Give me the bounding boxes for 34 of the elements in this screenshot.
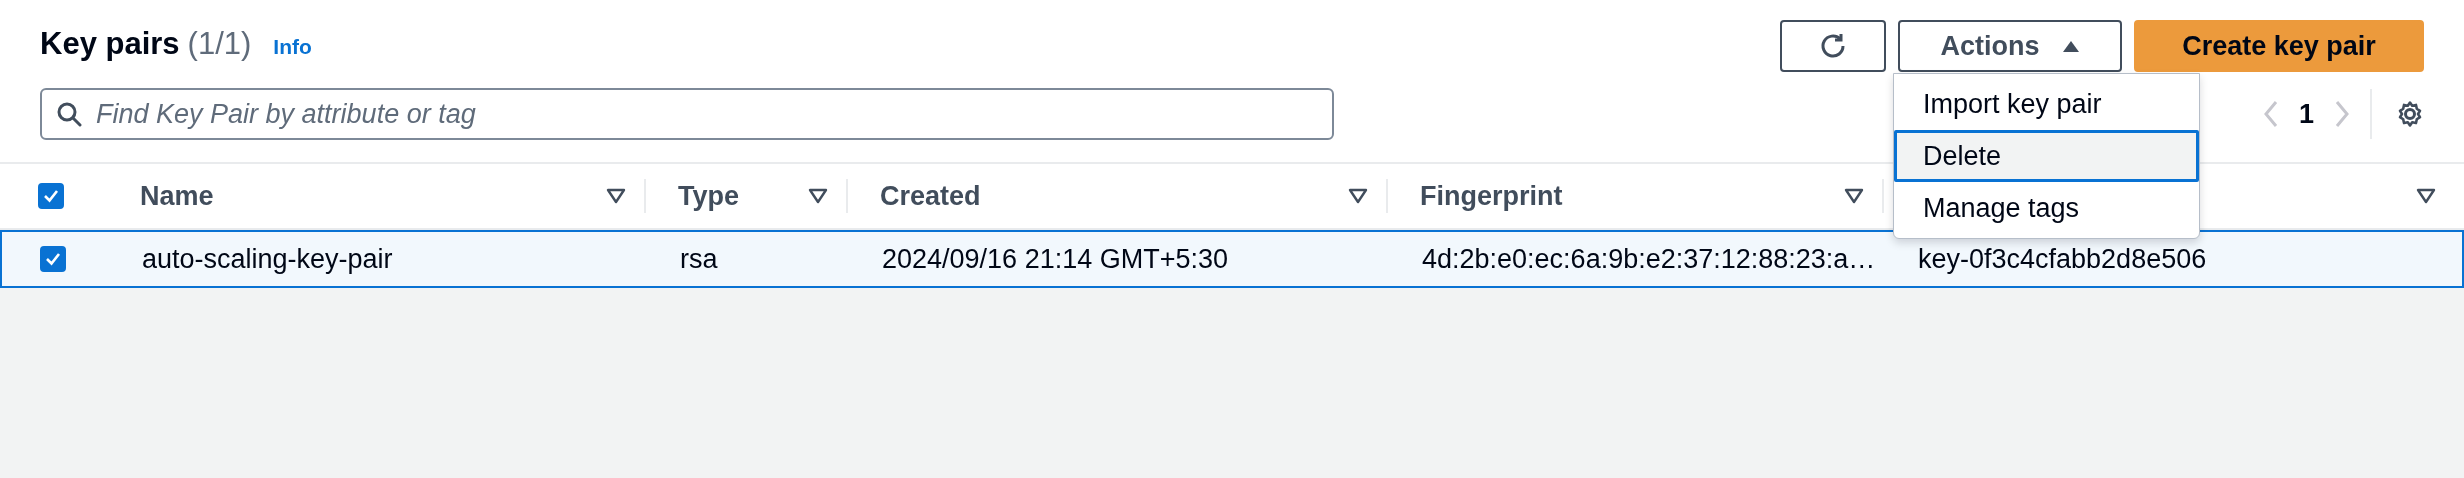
sort-icon xyxy=(1348,188,1368,204)
checkmark-icon xyxy=(45,252,61,266)
table-cell: 4d:2b:e0:ec:6a:9b:e2:37:12:88:23:a… xyxy=(1422,243,1876,275)
create-key-pair-button[interactable]: Create key pair xyxy=(2134,20,2424,72)
chevron-right-icon xyxy=(2334,100,2350,128)
checkmark-icon xyxy=(43,189,59,203)
column-header[interactable]: Name xyxy=(140,180,214,212)
refresh-button[interactable] xyxy=(1780,20,1886,72)
column-header[interactable]: Type xyxy=(678,180,739,212)
table-cell: key-0f3c4cfabb2d8e506 xyxy=(1918,243,2207,275)
table-cell: rsa xyxy=(680,243,718,275)
caret-icon xyxy=(2061,39,2080,53)
info-link[interactable]: Info xyxy=(273,35,312,59)
table-cell: auto-scaling-key-pair xyxy=(142,243,393,275)
search-field[interactable]: Find Key Pair by attribute or tag xyxy=(40,88,1334,140)
sort-icon xyxy=(1844,188,1864,204)
menu-item[interactable]: Import key pair xyxy=(1894,78,2199,130)
sort-icon xyxy=(606,188,626,204)
page-number[interactable]: 1 xyxy=(2298,98,2314,130)
table-cell: 2024/09/16 21:14 GMT+5:30 xyxy=(882,243,1228,275)
sort-icon xyxy=(2416,188,2436,204)
item-count: (1/1) xyxy=(187,26,252,62)
menu-item[interactable]: Delete xyxy=(1894,130,2199,182)
table-row[interactable]: auto-scaling-key-pair rsa 2024/09/16 21:14 GMT+5:30 4d:2b:e0:ec:6a:9b:e2:37:12:88:23:a… key-0f3c4cfabb2d8e506 xyxy=(0,230,2464,288)
page-title: Key pairs xyxy=(40,26,180,62)
sort-icon xyxy=(808,188,828,204)
column-header[interactable]: Created xyxy=(880,180,981,212)
checkbox[interactable] xyxy=(38,183,64,209)
column-header[interactable]: Fingerprint xyxy=(1420,180,1563,212)
actions-button[interactable]: Actions xyxy=(1898,20,2122,72)
chevron-left-icon xyxy=(2262,100,2279,128)
settings-button[interactable] xyxy=(2396,100,2424,128)
settings-icon xyxy=(2396,100,2424,128)
checkbox[interactable] xyxy=(40,246,66,272)
